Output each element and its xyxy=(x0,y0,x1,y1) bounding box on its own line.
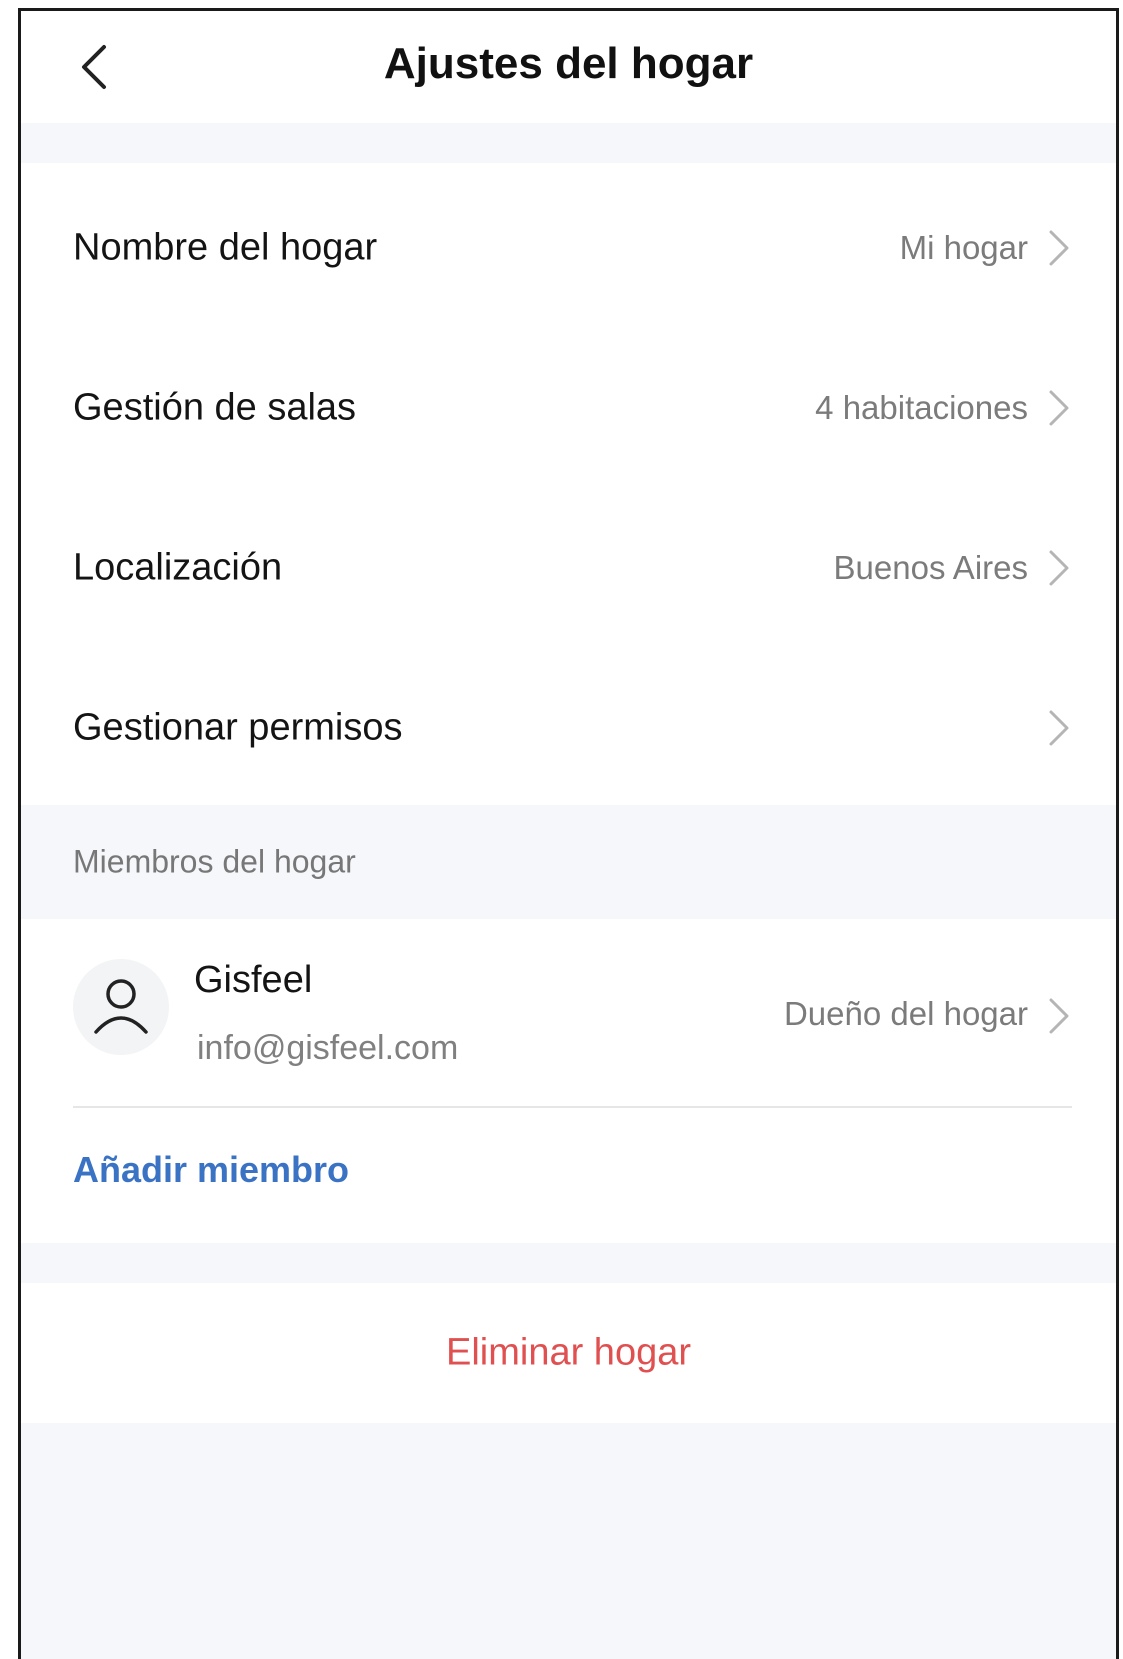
members-list: Gisfeel info@gisfeel.com Dueño del hogar… xyxy=(21,919,1116,1243)
member-role: Dueño del hogar xyxy=(783,995,1028,1032)
member-row[interactable]: Gisfeel info@gisfeel.com Dueño del hogar xyxy=(21,919,1116,1106)
chevron-right-icon xyxy=(1049,710,1069,746)
chevron-right-icon xyxy=(1049,550,1069,586)
setting-value: 4 habitaciones xyxy=(815,389,1028,426)
page-title: Ajustes del hogar xyxy=(383,39,754,88)
app-screen: Ajustes del hogar Nombre del hogar Mi ho… xyxy=(18,8,1119,1659)
setting-value: Buenos Aires xyxy=(833,549,1028,586)
home-settings-list: Nombre del hogar Mi hogar Gestión de sal… xyxy=(21,163,1116,805)
members-section-header: Miembros del hogar xyxy=(21,805,1116,919)
section-spacer xyxy=(21,123,1116,163)
delete-home-button[interactable]: Eliminar hogar xyxy=(21,1332,1116,1375)
setting-row-home-name[interactable]: Nombre del hogar Mi hogar xyxy=(21,163,1116,333)
members-section-title: Miembros del hogar xyxy=(73,843,356,880)
setting-value: Mi hogar xyxy=(899,229,1028,266)
member-email: info@gisfeel.com xyxy=(197,1029,459,1067)
section-spacer xyxy=(21,1243,1116,1283)
avatar xyxy=(73,959,169,1055)
member-name: Gisfeel xyxy=(194,959,313,1001)
divider xyxy=(73,1106,1072,1108)
setting-row-location[interactable]: Localización Buenos Aires xyxy=(21,483,1116,653)
chevron-right-icon xyxy=(1049,230,1069,266)
setting-row-permissions[interactable]: Gestionar permisos xyxy=(21,643,1116,813)
chevron-right-icon xyxy=(1049,998,1069,1034)
setting-label: Gestión de salas xyxy=(73,386,357,429)
setting-row-room-management[interactable]: Gestión de salas 4 habitaciones xyxy=(21,323,1116,493)
setting-label: Nombre del hogar xyxy=(73,226,378,269)
setting-label: Gestionar permisos xyxy=(73,706,403,749)
setting-label: Localización xyxy=(73,546,283,589)
delete-home-section: Eliminar hogar xyxy=(21,1283,1116,1423)
user-icon xyxy=(94,979,148,1034)
add-member-button[interactable]: Añadir miembro xyxy=(73,1149,349,1191)
chevron-right-icon xyxy=(1049,390,1069,426)
top-bar: Ajustes del hogar xyxy=(21,11,1116,123)
